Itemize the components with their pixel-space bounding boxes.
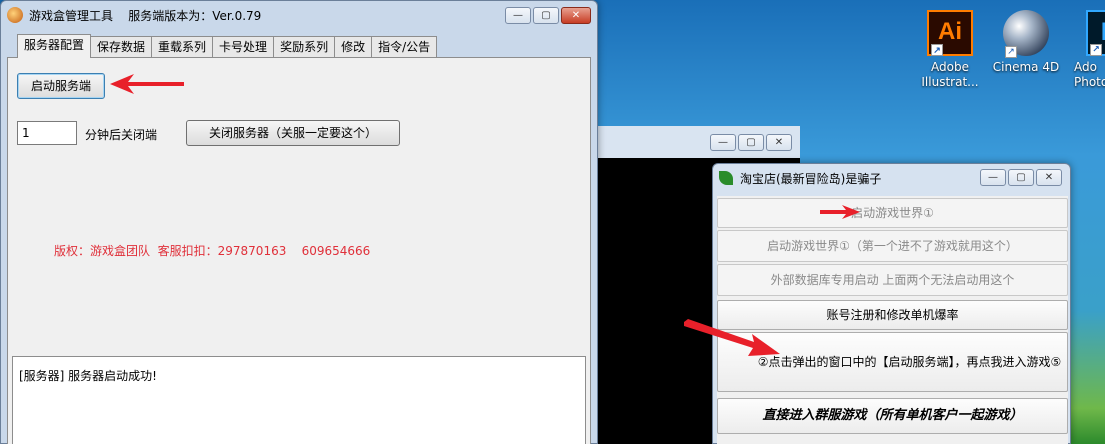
minimize-button[interactable]: —	[710, 134, 736, 151]
desktop-icon-label-line1: Adobe	[931, 60, 969, 74]
tab-commands-announcements[interactable]: 指令/公告	[371, 36, 438, 58]
main-window-titlebar[interactable]: 游戏盒管理工具 服务端版本为：Ver.0.79 — ▢ ✕	[1, 1, 597, 29]
start-world-1-alt-button[interactable]: 启动游戏世界①（第一个进不了游戏就用这个）	[717, 230, 1068, 262]
minutes-label: 分钟后关闭端	[85, 128, 158, 142]
annotation-arrow-enter-game	[684, 319, 780, 356]
illustrator-icon: Ai ↗	[927, 10, 973, 56]
annotation-arrow-start-server	[110, 74, 184, 94]
minimize-button[interactable]: —	[980, 169, 1006, 186]
leaf-icon	[719, 171, 733, 185]
tab-server-config[interactable]: 服务器配置	[17, 34, 92, 58]
desktop-icon-photoshop[interactable]: P ↗ Ado Photo	[1064, 6, 1105, 90]
desktop-icon-label-line1: Cinema 4D	[992, 60, 1060, 74]
tab-strip: 服务器配置 保存数据 重载系列 卡号处理 奖励系列 修改 指令/公告	[17, 34, 438, 58]
start-server-button[interactable]: 启动服务端	[17, 73, 105, 99]
launcher-window-titlebar[interactable]: 淘宝店(最新冒险岛)是骗子 — ▢ ✕	[713, 164, 1070, 192]
maximize-button[interactable]: ▢	[533, 7, 559, 24]
main-window: 游戏盒管理工具 服务端版本为：Ver.0.79 — ▢ ✕ 服务器配置 保存数据…	[0, 0, 598, 444]
server-log[interactable]: [服务器] 服务器启动成功!	[12, 356, 586, 444]
minimize-button[interactable]: —	[505, 7, 531, 24]
launcher-window-title: 淘宝店(最新冒险岛)是骗子	[740, 171, 882, 186]
join-group-server-button[interactable]: 直接进入群服游戏（所有单机客户一起游戏）	[717, 398, 1068, 434]
tab-save-data[interactable]: 保存数据	[90, 36, 153, 58]
desktop-icon-label-line2: Photo	[1074, 75, 1105, 89]
shortcut-arrow-icon: ↗	[1005, 46, 1017, 58]
tab-modify[interactable]: 修改	[334, 36, 373, 58]
photoshop-icon: P ↗	[1086, 10, 1105, 56]
copyright-text: 版权：游戏盒团队 客服扣扣：297870163 609654666	[54, 244, 371, 258]
start-world-1-button[interactable]: 启动游戏世界①	[717, 198, 1068, 228]
tab-card-number[interactable]: 卡号处理	[212, 36, 275, 58]
close-button[interactable]: ✕	[1036, 169, 1062, 186]
launcher-window: 淘宝店(最新冒险岛)是骗子 — ▢ ✕ 启动游戏世界① 启动游戏世界①（第一个进…	[712, 163, 1071, 444]
shortcut-arrow-icon: ↗	[1090, 44, 1102, 56]
background-window-titlebar: — ▢ ✕	[598, 126, 800, 158]
window-title: 游戏盒管理工具 服务端版本为：Ver.0.79	[29, 8, 262, 23]
close-button[interactable]: ✕	[766, 134, 792, 151]
close-button[interactable]: ✕	[561, 7, 591, 24]
app-icon	[7, 7, 23, 23]
desktop-icon-cinema4d[interactable]: ↗ Cinema 4D	[988, 6, 1064, 75]
desktop-icon-label-line2: Illustrat...	[921, 75, 979, 89]
minutes-input[interactable]: 1	[17, 121, 77, 145]
desktop-icon-label-line1: Ado	[1074, 60, 1097, 74]
shortcut-arrow-icon: ↗	[931, 44, 943, 56]
desktop-icon-illustrator[interactable]: Ai ↗ Adobe Illustrat...	[912, 6, 988, 90]
tab-panel-server-config: 启动服务端 1 分钟后关闭端 关闭服务器（关服一定要这个） 版权：游戏盒团队 客…	[7, 57, 591, 444]
maximize-button[interactable]: ▢	[1008, 169, 1034, 186]
annotation-arrow-start-world	[820, 205, 860, 219]
maximize-button[interactable]: ▢	[738, 134, 764, 151]
tab-reload[interactable]: 重载系列	[151, 36, 214, 58]
cinema4d-icon: ↗	[1003, 10, 1049, 58]
tab-rewards[interactable]: 奖励系列	[273, 36, 336, 58]
close-server-button[interactable]: 关闭服务器（关服一定要这个）	[186, 120, 400, 146]
external-db-start-button[interactable]: 外部数据库专用启动 上面两个无法启动用这个	[717, 264, 1068, 296]
